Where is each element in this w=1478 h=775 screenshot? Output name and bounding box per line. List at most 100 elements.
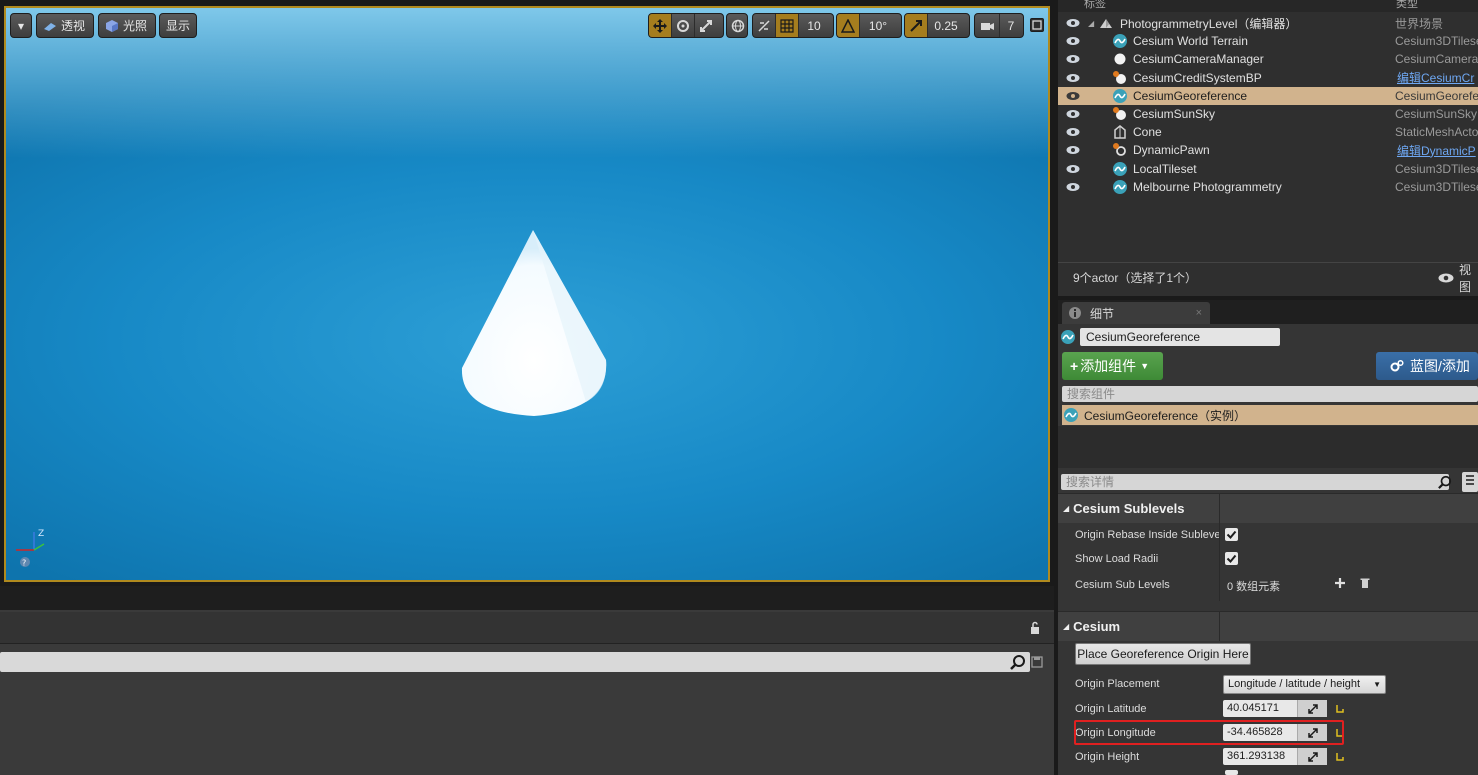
scale-tool[interactable]: [695, 14, 717, 37]
col-label-header[interactable]: 标签: [1084, 0, 1106, 10]
visibility-eye-icon[interactable]: [1066, 145, 1080, 155]
rotation-snap-value[interactable]: 10°: [860, 14, 896, 37]
visibility-eye-icon[interactable]: [1066, 18, 1080, 28]
actor-name-field[interactable]: CesiumGeoreference: [1080, 328, 1280, 346]
outliner-row[interactable]: CesiumSunSky CesiumSunSky: [1058, 105, 1478, 123]
actor-type: CesiumGeorefe: [1395, 88, 1478, 103]
checkmark-icon: [1226, 530, 1237, 539]
level-viewport[interactable]: ▾ 透视 光照 显示 10 10° 0.25 7 Z ?: [4, 6, 1050, 582]
actor-label: PhotogrammetryLevel（编辑器）: [1120, 16, 1298, 31]
chevron-down-icon: ▼: [1373, 680, 1381, 689]
actor-label: DynamicPawn: [1133, 143, 1210, 158]
camera-speed-value: 7: [1007, 18, 1015, 33]
cesium-icon: [1112, 161, 1128, 177]
lighting-mode-button[interactable]: 光照: [98, 13, 156, 38]
component-tree-item[interactable]: CesiumGeoreference（实例）: [1062, 405, 1478, 425]
expand-arrow-icon[interactable]: ◢: [1088, 19, 1094, 28]
outliner-row[interactable]: LocalTileset Cesium3DTilese: [1058, 160, 1478, 178]
eye-icon[interactable]: [1438, 273, 1454, 283]
outliner-row[interactable]: CesiumCreditSystemBP 编辑CesiumCr: [1058, 69, 1478, 87]
origin-height-field[interactable]: 361.293138: [1223, 748, 1327, 765]
camera-speed-group[interactable]: 7: [974, 13, 1024, 38]
reset-to-default-icon[interactable]: [1336, 752, 1344, 762]
scale-snap-value[interactable]: 0.25: [928, 14, 964, 37]
surface-snap-toggle[interactable]: [753, 14, 776, 37]
column-divider[interactable]: [1219, 611, 1220, 641]
search-icon[interactable]: [1438, 475, 1452, 489]
section-cesium-sublevels[interactable]: ◢ Cesium Sublevels: [1058, 493, 1478, 523]
visibility-eye-icon[interactable]: [1066, 127, 1080, 137]
visibility-eye-icon[interactable]: [1066, 73, 1080, 83]
column-divider[interactable]: [1219, 493, 1220, 601]
actor-label: Melbourne Photogrammetry: [1133, 179, 1282, 194]
outliner-row[interactable]: Melbourne Photogrammetry Cesium3DTilese: [1058, 178, 1478, 196]
cone-mesh[interactable]: [458, 230, 610, 422]
blueprint-icon: [1112, 106, 1128, 122]
search-components-input[interactable]: 搜索组件: [1062, 386, 1478, 402]
blueprint-add-script-button[interactable]: 蓝图/添加: [1376, 352, 1478, 380]
property-matrix-button[interactable]: [1462, 472, 1478, 492]
bottom-search-input[interactable]: [0, 652, 1030, 672]
outliner-row[interactable]: Cesium World Terrain Cesium3DTilese: [1058, 32, 1478, 50]
bottom-panel-header: [0, 612, 1054, 644]
rotate-tool[interactable]: [672, 14, 695, 37]
outliner-row[interactable]: ◢ PhotogrammetryLevel（编辑器） 世界场景: [1058, 14, 1478, 32]
place-georeference-origin-button[interactable]: Place Georeference Origin Here: [1075, 643, 1251, 665]
add-element-icon[interactable]: [1334, 577, 1346, 589]
details-panel: 细节 × CesiumGeoreference + 添加组件 ▼ 蓝图/添加 搜…: [1058, 300, 1478, 775]
visibility-eye-icon[interactable]: [1066, 91, 1080, 101]
actor-type[interactable]: 编辑CesiumCr: [1397, 69, 1474, 86]
actor-type: StaticMeshActo: [1395, 125, 1478, 140]
scale-snap-toggle[interactable]: [905, 14, 928, 37]
visibility-eye-icon[interactable]: [1066, 36, 1080, 46]
outliner-row[interactable]: CesiumGeoreference CesiumGeorefe: [1058, 86, 1478, 105]
expand-arrows-icon[interactable]: [1297, 748, 1327, 765]
sphere-icon: [1112, 51, 1128, 67]
outliner-row[interactable]: CesiumCameraManager CesiumCamera: [1058, 50, 1478, 68]
actor-label: Cone: [1133, 125, 1162, 140]
visibility-eye-icon[interactable]: [1066, 54, 1080, 64]
rotation-snap-toggle[interactable]: [837, 14, 860, 37]
reset-to-default-icon[interactable]: [1336, 704, 1344, 714]
visibility-eye-icon[interactable]: [1066, 182, 1080, 192]
cesium-icon: [1061, 330, 1075, 344]
next-property-checkbox[interactable]: [1225, 770, 1238, 775]
visibility-eye-icon[interactable]: [1066, 164, 1080, 174]
scale-icon: [700, 19, 712, 32]
grid-snap-value[interactable]: 10: [799, 14, 829, 37]
actor-type[interactable]: 编辑DynamicP: [1397, 142, 1476, 159]
outliner-row[interactable]: DynamicPawn 编辑DynamicP: [1058, 141, 1478, 159]
save-icon[interactable]: [1031, 656, 1043, 668]
maximize-viewport-button[interactable]: [1030, 18, 1044, 32]
origin-rebase-checkbox[interactable]: [1225, 528, 1238, 541]
show-load-radii-checkbox[interactable]: [1225, 552, 1238, 565]
viewport-options-button[interactable]: ▾: [10, 13, 32, 38]
outliner-row[interactable]: Cone StaticMeshActo: [1058, 123, 1478, 141]
world-outliner: 标签 类型 ◢ PhotogrammetryLevel（编辑器） 世界场景 Cesiu…: [1058, 0, 1478, 296]
coordinate-space-toggle[interactable]: [726, 13, 748, 38]
show-button[interactable]: 显示: [159, 13, 197, 38]
collapse-arrow-icon: ◢: [1063, 504, 1070, 513]
perspective-button[interactable]: 透视: [36, 13, 94, 38]
highlight-box: [1074, 720, 1344, 745]
add-component-button[interactable]: + 添加组件 ▼: [1062, 352, 1163, 380]
origin-latitude-field[interactable]: 40.045171: [1223, 700, 1327, 717]
expand-arrows-icon[interactable]: [1297, 700, 1327, 717]
lock-icon[interactable]: [1028, 621, 1042, 635]
trash-icon[interactable]: [1359, 577, 1371, 589]
close-icon[interactable]: ×: [1196, 307, 1202, 319]
info-icon: [1069, 307, 1081, 319]
visibility-eye-icon[interactable]: [1066, 109, 1080, 119]
search-details-input[interactable]: 搜索详情: [1061, 474, 1449, 490]
actor-type: Cesium3DTilese: [1395, 34, 1478, 49]
origin-placement-dropdown[interactable]: Longitude / latitude / height ▼: [1223, 675, 1386, 694]
section-cesium[interactable]: ◢ Cesium: [1058, 611, 1478, 641]
tab-details[interactable]: 细节 ×: [1062, 302, 1210, 324]
component-tree-empty-area: [1058, 426, 1478, 468]
view-options-label[interactable]: 视图: [1459, 261, 1478, 295]
search-icon[interactable]: [1010, 654, 1026, 670]
col-type-header[interactable]: 类型: [1396, 0, 1418, 10]
grid-icon: [780, 18, 794, 33]
grid-snap-toggle[interactable]: [776, 14, 799, 37]
translate-tool[interactable]: [649, 14, 672, 37]
